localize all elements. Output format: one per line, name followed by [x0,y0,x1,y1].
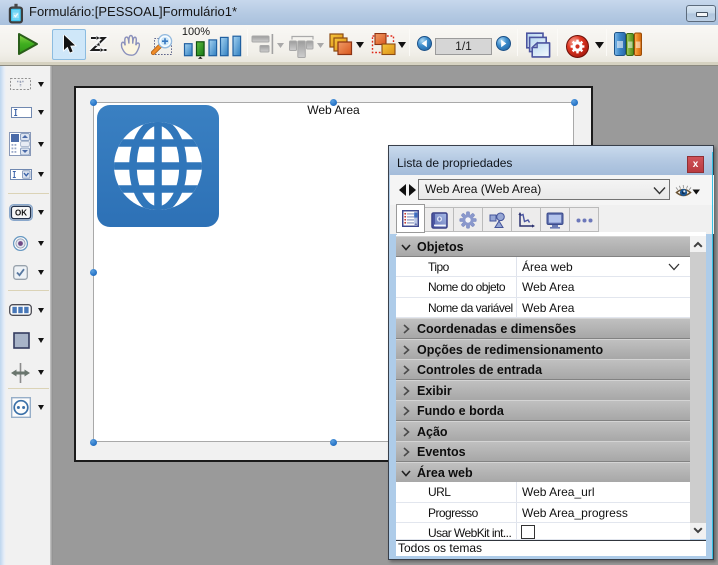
svg-text:OK: OK [15,209,27,218]
